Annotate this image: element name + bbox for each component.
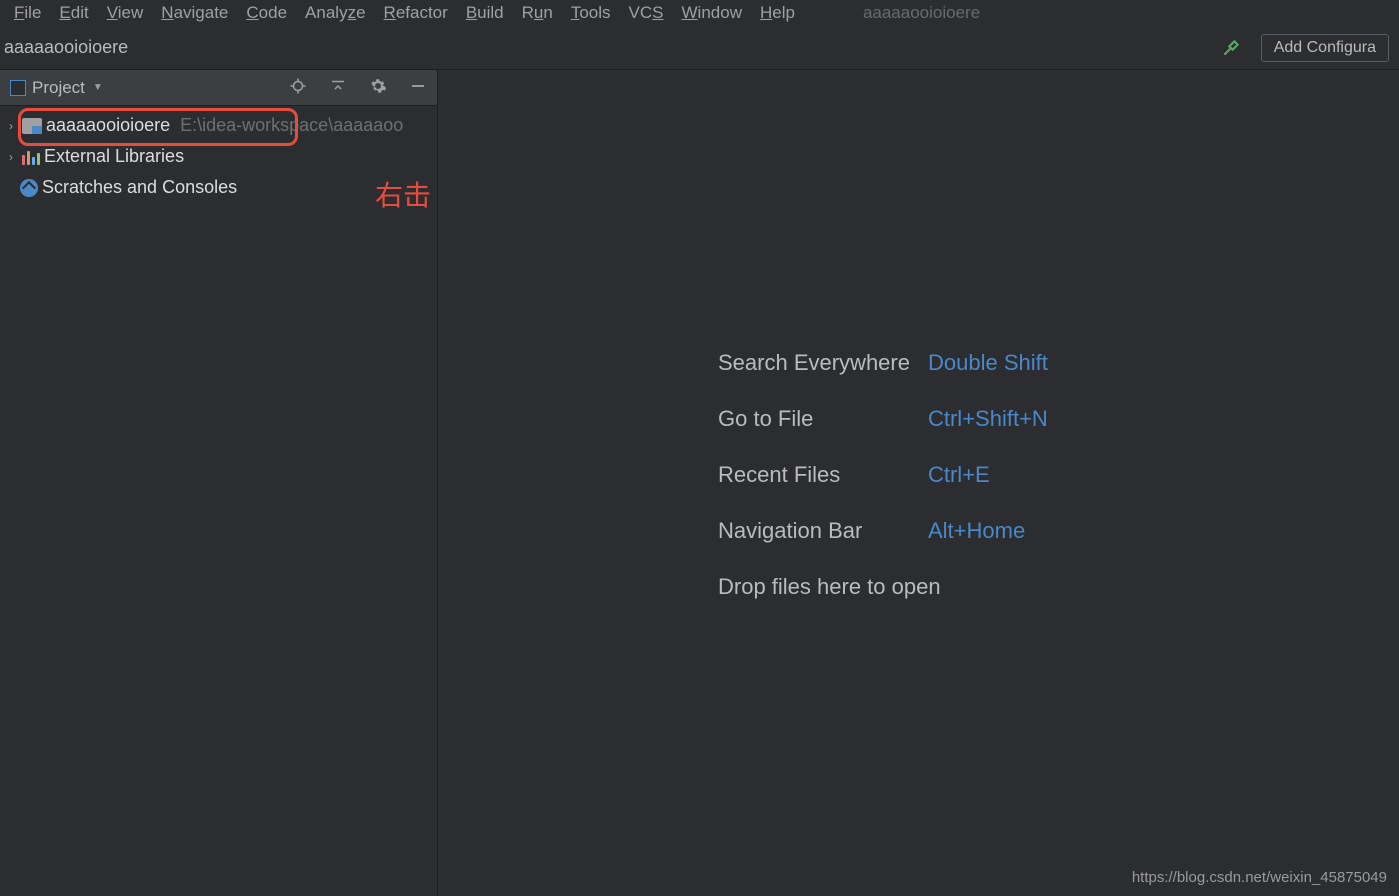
menu-refactor[interactable]: Refactor: [384, 3, 448, 23]
hint-nav-bar-shortcut: Alt+Home: [928, 518, 1048, 544]
menubar-project-name: aaaaaooioioere: [863, 3, 980, 23]
hint-recent-files-label: Recent Files: [718, 462, 910, 488]
build-icon[interactable]: [1221, 38, 1241, 58]
project-panel-title: Project: [32, 78, 85, 98]
menu-run[interactable]: Run: [522, 3, 553, 23]
project-tree: › aaaaaooioioere E:\idea-workspace\aaaaa…: [0, 106, 437, 896]
tree-project-name: aaaaaooioioere: [46, 115, 170, 136]
hint-search-everywhere-label: Search Everywhere: [718, 350, 910, 376]
navbar: aaaaaooioioere Add Configura: [0, 26, 1399, 70]
breadcrumb[interactable]: aaaaaooioioere: [4, 37, 128, 58]
tree-scratches[interactable]: Scratches and Consoles: [0, 172, 437, 203]
project-view-selector[interactable]: Project ▼: [10, 78, 103, 98]
chevron-down-icon: ▼: [93, 82, 103, 93]
menu-build[interactable]: Build: [466, 3, 504, 23]
menu-code[interactable]: Code: [246, 3, 287, 23]
tree-project-path: E:\idea-workspace\aaaaaoo: [180, 115, 403, 136]
scratches-icon: [20, 179, 38, 197]
tree-external-libraries[interactable]: › External Libraries: [0, 141, 437, 172]
hide-icon[interactable]: [409, 77, 427, 99]
menubar: File Edit View Navigate Code Analyze Ref…: [0, 0, 1399, 26]
project-icon: [10, 80, 26, 96]
gear-icon[interactable]: [369, 77, 387, 99]
watermark-text: https://blog.csdn.net/weixin_45875049: [1132, 869, 1387, 886]
hint-search-everywhere-shortcut: Double Shift: [928, 350, 1048, 376]
menu-view[interactable]: View: [107, 3, 144, 23]
hint-recent-files-shortcut: Ctrl+E: [928, 462, 1048, 488]
menu-file[interactable]: File: [14, 3, 41, 23]
tree-ext-lib-label: External Libraries: [44, 146, 184, 167]
menu-help[interactable]: Help: [760, 3, 795, 23]
menu-navigate[interactable]: Navigate: [161, 3, 228, 23]
locate-icon[interactable]: [289, 77, 307, 99]
project-panel-header: Project ▼: [0, 70, 437, 106]
menu-edit[interactable]: Edit: [59, 3, 88, 23]
editor-empty-state: Search Everywhere Double Shift Go to Fil…: [438, 70, 1399, 896]
folder-icon: [22, 118, 42, 134]
tree-project-root[interactable]: › aaaaaooioioere E:\idea-workspace\aaaaa…: [0, 110, 437, 141]
annotation-text: 右击: [375, 174, 431, 214]
menu-tools[interactable]: Tools: [571, 3, 611, 23]
hint-nav-bar-label: Navigation Bar: [718, 518, 910, 544]
welcome-shortcuts: Search Everywhere Double Shift Go to Fil…: [718, 350, 1048, 600]
hint-goto-file-shortcut: Ctrl+Shift+N: [928, 406, 1048, 432]
tree-scratches-label: Scratches and Consoles: [42, 177, 237, 198]
menu-window[interactable]: Window: [682, 3, 742, 23]
chevron-right-icon[interactable]: ›: [4, 150, 18, 164]
menu-analyze[interactable]: Analyze: [305, 3, 366, 23]
menu-vcs[interactable]: VCS: [629, 3, 664, 23]
add-configuration-button[interactable]: Add Configura: [1261, 34, 1389, 62]
chevron-right-icon[interactable]: ›: [4, 119, 18, 133]
collapse-all-icon[interactable]: [329, 77, 347, 99]
project-sidebar: Project ▼ › a: [0, 70, 438, 896]
library-icon: [22, 149, 40, 165]
hint-goto-file-label: Go to File: [718, 406, 910, 432]
drop-files-hint: Drop files here to open: [718, 574, 1048, 600]
